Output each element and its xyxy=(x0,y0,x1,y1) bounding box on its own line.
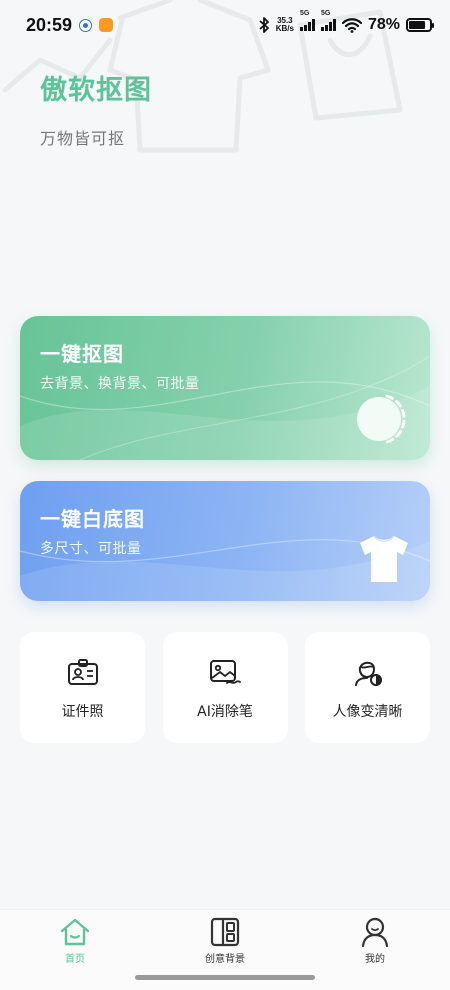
signal-strength-2-icon: 5G xyxy=(320,10,336,31)
nav-tab-home[interactable]: 首页 xyxy=(20,910,130,990)
nav-label-mine: 我的 xyxy=(365,954,385,965)
white-bg-card-desc: 多尺寸、可批量 xyxy=(40,541,142,557)
tool-portrait-enhance[interactable]: 人像变清晰 xyxy=(305,632,430,743)
signal-1-label: 5G xyxy=(299,10,310,17)
network-speed-unit: KB/s xyxy=(275,24,294,33)
tool-label: 人像变清晰 xyxy=(332,704,403,720)
cutout-card-title: 一键抠图 xyxy=(40,342,124,366)
one-click-white-bg-card[interactable]: 一键白底图 多尺寸、可批量 xyxy=(20,481,430,601)
status-right: 35.3 KB/s 5G 5G 78% xyxy=(258,10,434,34)
signal-strength-1-icon: 5G xyxy=(299,10,315,31)
tool-id-photo[interactable]: 证件照 xyxy=(20,632,145,743)
wifi-icon xyxy=(341,18,362,33)
nav-label-creative-bg: 创意背景 xyxy=(205,954,245,965)
battery-icon xyxy=(406,18,434,32)
battery-fill xyxy=(409,21,425,29)
white-bg-card-title: 一键白底图 xyxy=(40,507,145,531)
app-title: 傲软抠图 xyxy=(40,75,152,106)
nav-label-home: 首页 xyxy=(65,954,85,965)
nav-tab-mine[interactable]: 我的 xyxy=(320,910,430,990)
app-subtitle: 万物皆可抠 xyxy=(40,129,126,148)
tool-ai-eraser[interactable]: AI消除笔 xyxy=(162,632,288,743)
cutout-card-desc: 去背景、换背景、可批量 xyxy=(40,376,200,392)
signal-2-label: 5G xyxy=(320,10,331,17)
portrait-enhance-icon xyxy=(354,661,382,686)
person-icon xyxy=(361,917,389,948)
battery-percent: 78% xyxy=(367,16,400,33)
bluetooth-icon xyxy=(259,17,269,33)
tool-tiles: 证件照 AI消除笔 人像变清晰 xyxy=(20,632,430,743)
id-card-icon xyxy=(67,659,98,685)
app-header: 傲软抠图 万物皆可抠 xyxy=(40,68,152,149)
status-time: 20:59 xyxy=(26,14,73,35)
home-indicator[interactable] xyxy=(135,975,315,980)
image-erase-icon xyxy=(210,660,241,684)
network-speed: 35.3 KB/s xyxy=(276,17,294,33)
notification-app-icon xyxy=(80,19,92,31)
tool-label: AI消除笔 xyxy=(197,704,253,720)
home-icon xyxy=(60,918,90,946)
status-bar: 20:59 35.3 KB/s 5G 5G 78% xyxy=(0,0,450,50)
tool-label: 证件照 xyxy=(61,704,104,720)
status-left: 20:59 xyxy=(26,14,114,36)
one-click-cutout-card[interactable]: 一键抠图 去背景、换背景、可批量 xyxy=(20,316,430,460)
layout-icon xyxy=(210,917,240,947)
toggle-circle-icon xyxy=(357,394,406,444)
notification-app-icon-2 xyxy=(99,18,114,32)
tshirt-icon xyxy=(360,535,408,582)
